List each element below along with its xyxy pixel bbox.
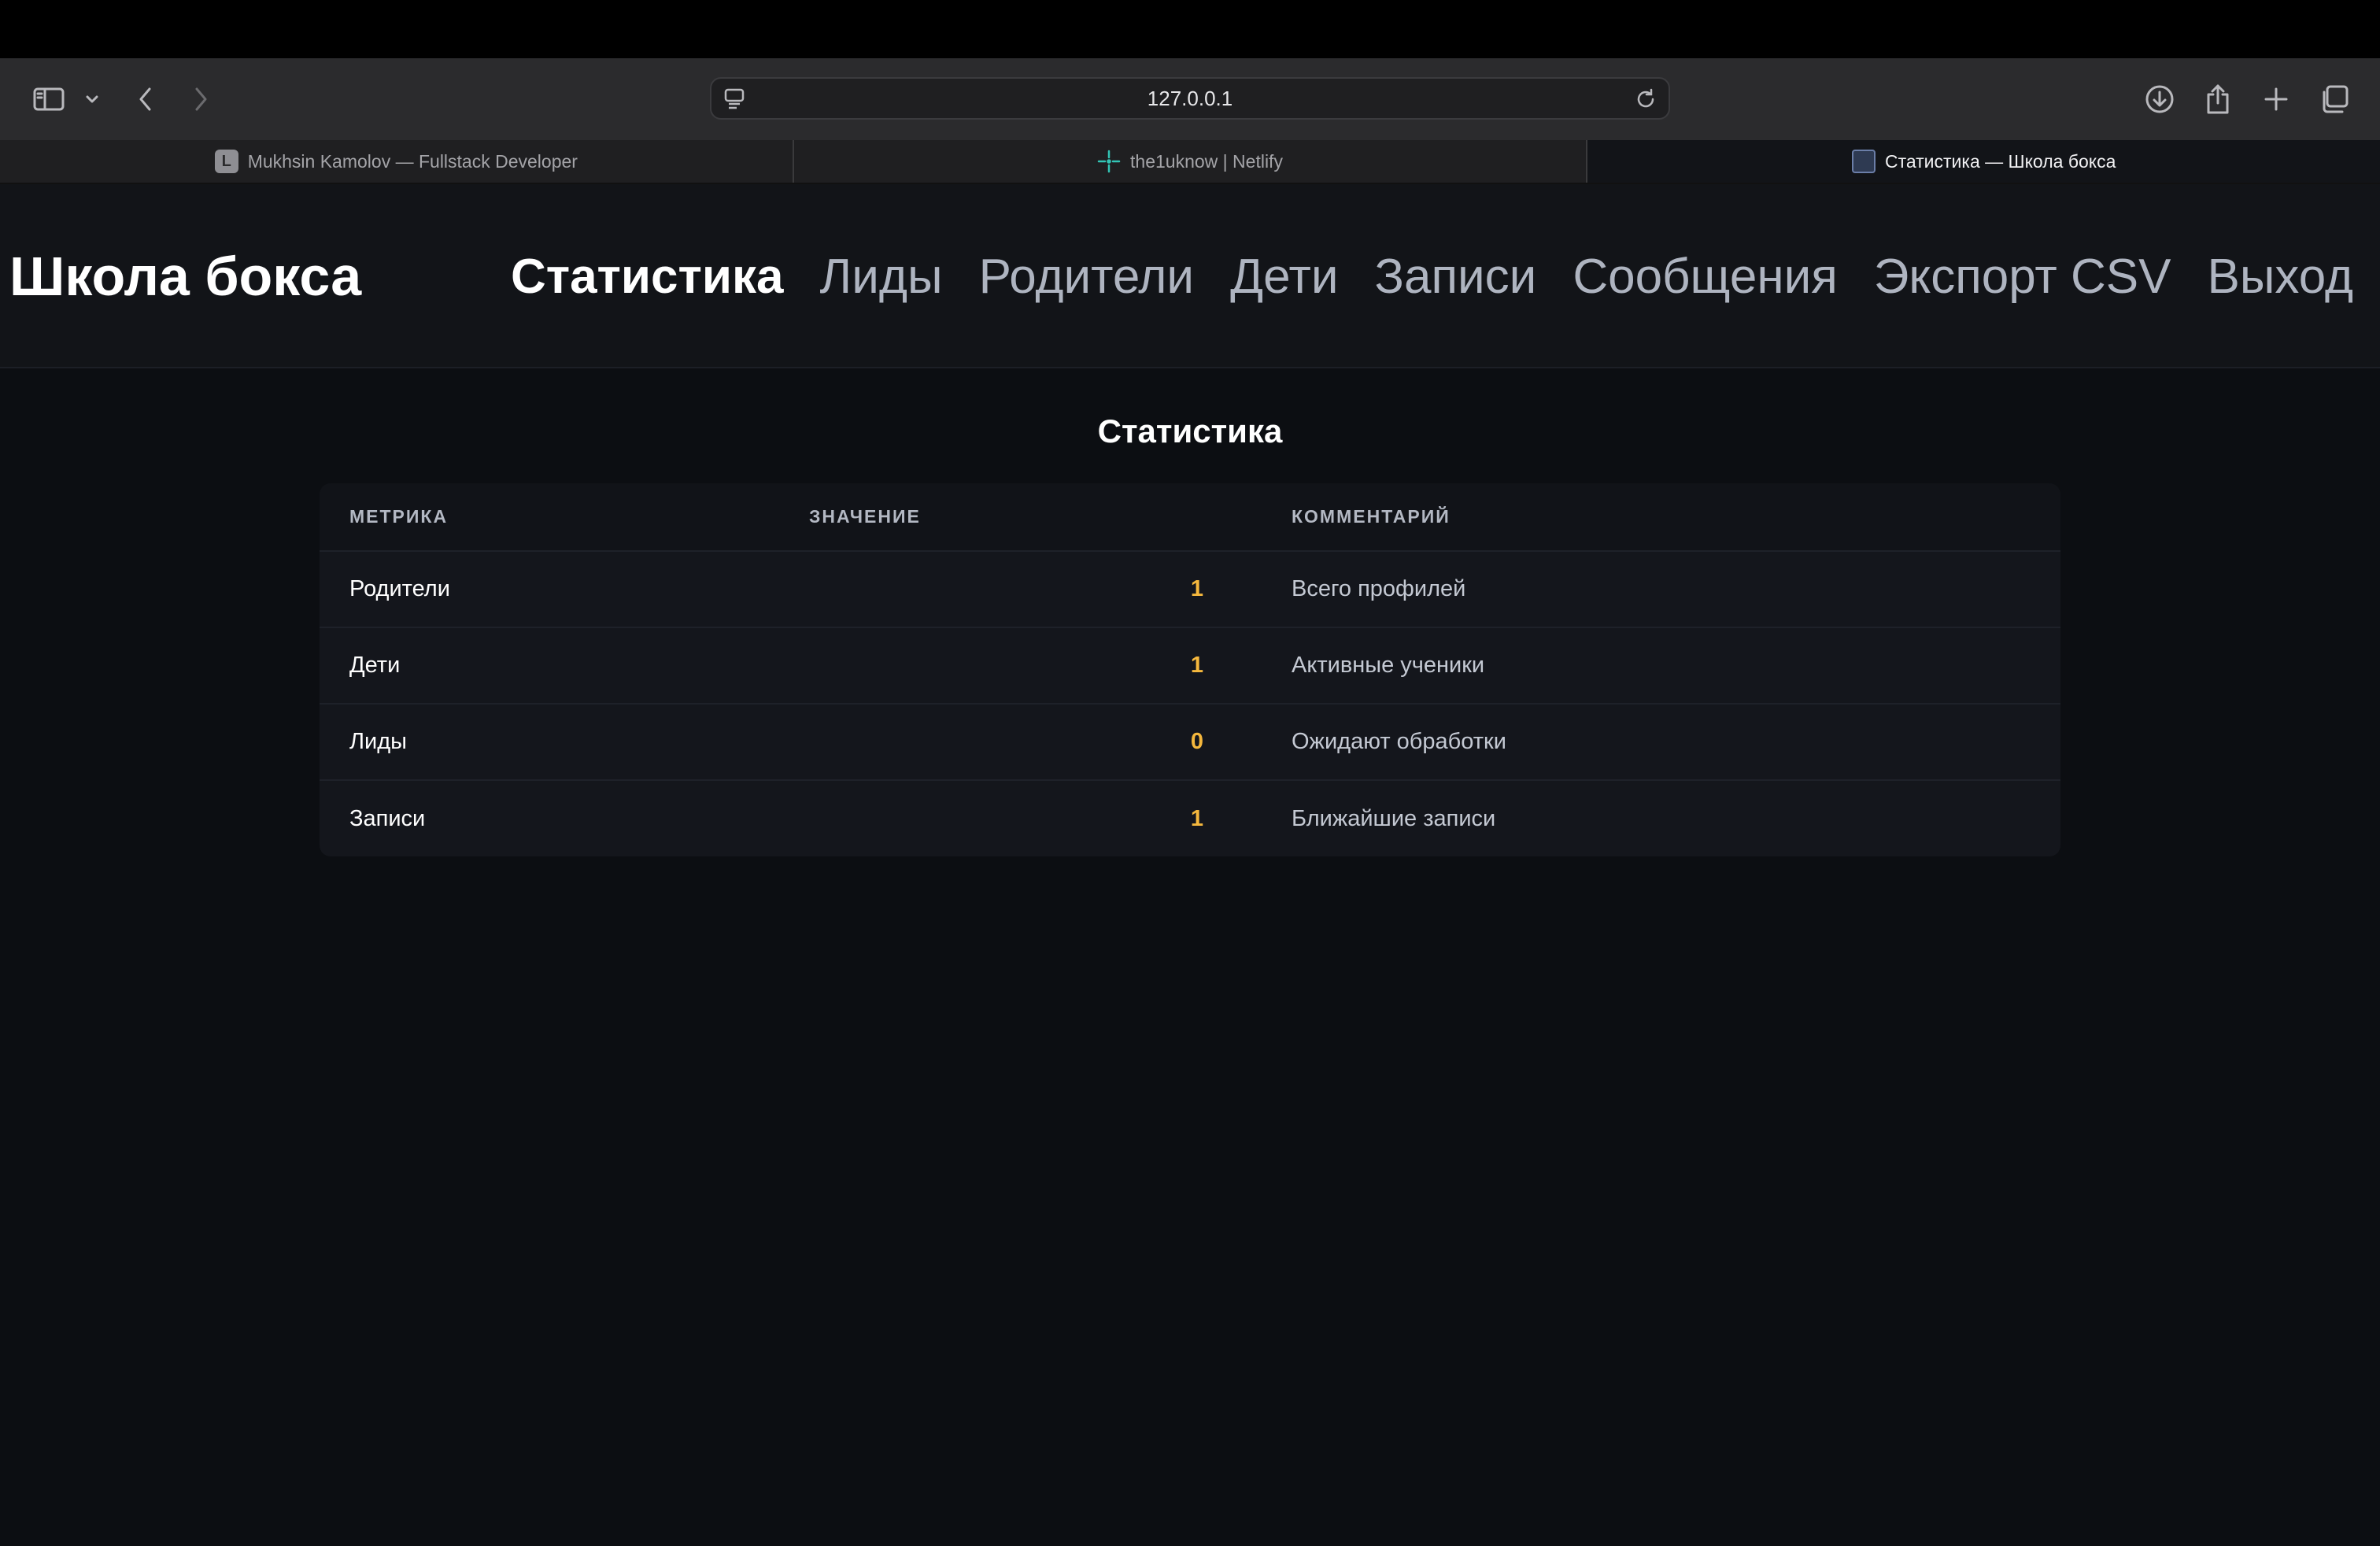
plus-icon [2264, 87, 2288, 111]
table-row: Дети 1 Активные ученики [320, 627, 2060, 705]
nav-bookings[interactable]: Записи [1375, 249, 1537, 305]
tab-mukhsin[interactable]: L Mukhsin Kamolov — Fullstack Developer [0, 140, 794, 183]
page-icon [1851, 150, 1876, 173]
new-tab-button[interactable] [2259, 82, 2293, 117]
tab-bar: L Mukhsin Kamolov — Fullstack Developer … [0, 140, 2380, 184]
nav-export-csv[interactable]: Экспорт CSV [1874, 249, 2171, 305]
site-header: Школа бокса Статистика Лиды Родители Дет… [0, 184, 2380, 368]
tab-overview-button[interactable] [2317, 82, 2352, 117]
page-title: Статистика [1097, 412, 1283, 449]
brand-title[interactable]: Школа бокса [9, 184, 361, 368]
download-icon [2145, 85, 2174, 113]
table-header-row: МЕТРИКА ЗНАЧЕНИЕ КОММЕНТАРИЙ [320, 483, 2060, 552]
comment-cell: Ожидают обработки [1262, 704, 2060, 781]
chevron-left-icon [139, 87, 151, 111]
tab-label: the1uknow | Netlify [1130, 150, 1283, 172]
chevron-down-icon [86, 95, 98, 103]
nav-statistics[interactable]: Статистика [511, 249, 784, 305]
table-row: Записи 1 Ближайшие записи [320, 780, 2060, 856]
url-text: 127.0.0.1 [1147, 86, 1233, 110]
nav-children[interactable]: Дети [1230, 249, 1338, 305]
nav-messages[interactable]: Сообщения [1572, 249, 1838, 305]
value-cell: 1 [1190, 805, 1203, 831]
metric-cell: Лиды [320, 704, 779, 781]
downloads-button[interactable] [2142, 82, 2177, 117]
tab-label: Статистика — Школа бокса [1884, 150, 2116, 172]
tab-label: Mukhsin Kamolov — Fullstack Developer [247, 150, 578, 172]
nav-parents[interactable]: Родители [979, 249, 1195, 305]
column-header-value: ЗНАЧЕНИЕ [779, 483, 1262, 552]
share-icon [2207, 84, 2229, 114]
back-button[interactable] [132, 82, 159, 117]
sidebar-menu-button[interactable] [82, 82, 102, 117]
table-row: Лиды 0 Ожидают обработки [320, 704, 2060, 781]
value-cell: 1 [779, 551, 1262, 628]
column-header-metric: МЕТРИКА [320, 483, 779, 552]
statistics-table: МЕТРИКА ЗНАЧЕНИЕ КОММЕНТАРИЙ Родители 1 … [320, 483, 2060, 856]
nav-logout[interactable]: Выход [2207, 249, 2353, 305]
value-cell: 0 [779, 704, 1262, 781]
main-content: Статистика МЕТРИКА ЗНАЧЕНИЕ КОММЕНТАРИЙ … [0, 412, 2380, 856]
metric-cell: Записи [349, 805, 426, 831]
comment-cell: Всего профилей [1262, 551, 2060, 628]
value-cell: 1 [779, 627, 1262, 705]
chevron-right-icon [195, 87, 207, 111]
sidebar-icon [33, 87, 65, 111]
sidebar-toggle-button[interactable] [30, 82, 68, 117]
column-header-comment: КОММЕНТАРИЙ [1262, 483, 2060, 552]
main-nav: Статистика Лиды Родители Дети Записи Соо… [511, 184, 2353, 368]
tab-statistics[interactable]: Статистика — Школа бокса [1587, 140, 2380, 183]
tab-netlify[interactable]: the1uknow | Netlify [793, 140, 1588, 183]
metric-cell: Родители [320, 551, 779, 628]
tabs-overview-icon [2323, 85, 2349, 113]
address-bar[interactable]: 127.0.0.1 [710, 77, 1670, 120]
reload-icon[interactable] [1634, 87, 1658, 115]
system-menubar [0, 0, 2380, 58]
forward-button[interactable] [187, 82, 214, 117]
nav-leads[interactable]: Лиды [820, 249, 943, 305]
share-button[interactable] [2201, 82, 2235, 117]
browser-toolbar: 127.0.0.1 [0, 58, 2380, 140]
netlify-icon [1097, 150, 1121, 173]
table-row: Родители 1 Всего профилей [320, 551, 2060, 628]
letter-l-icon: L [214, 150, 238, 173]
comment-cell: Активные ученики [1262, 627, 2060, 705]
metric-cell: Дети [320, 627, 779, 705]
comment-cell: Ближайшие записи [1292, 805, 1496, 831]
